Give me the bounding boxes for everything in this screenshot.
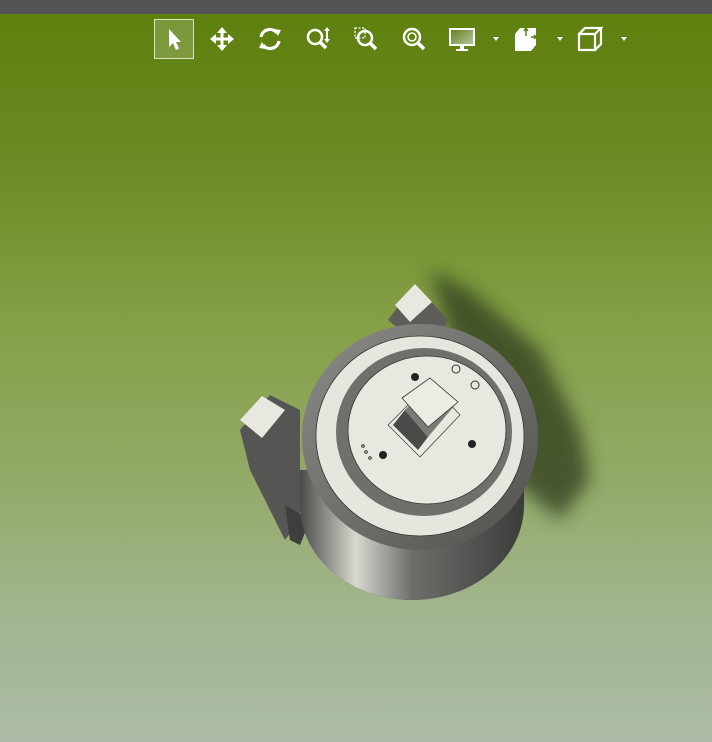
3d-model-viewport[interactable] <box>0 14 712 742</box>
window-top-bar <box>0 0 712 14</box>
